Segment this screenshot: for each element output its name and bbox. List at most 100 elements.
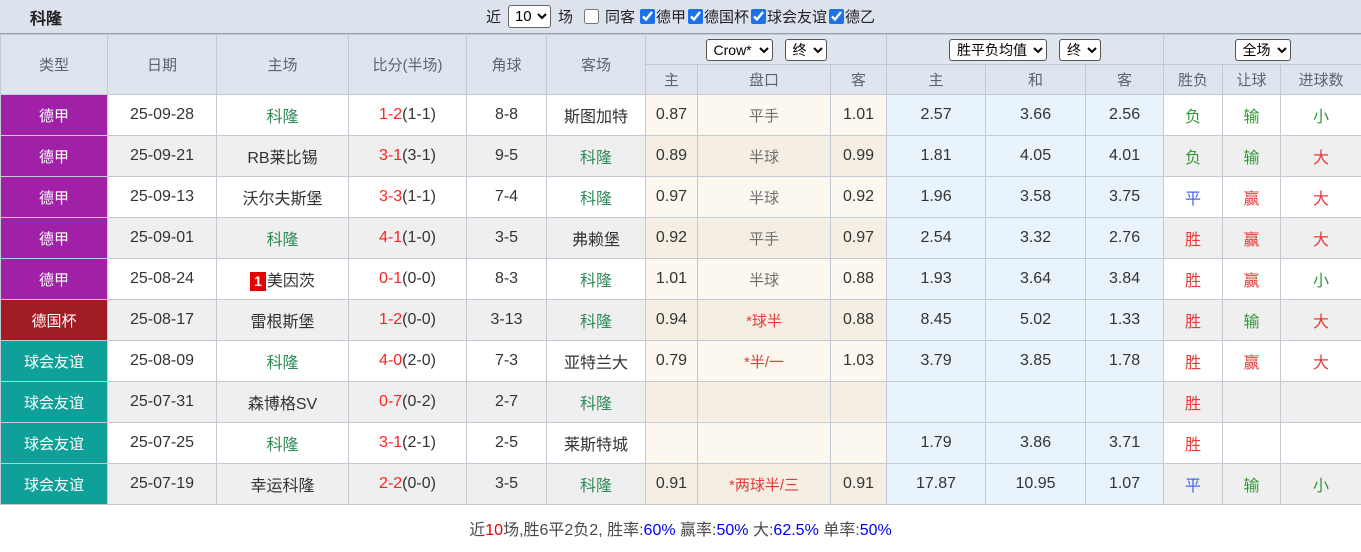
league-filters: 德甲 德国杯 球会友谊 德乙	[638, 6, 875, 27]
date-cell: 25-09-01	[108, 218, 217, 259]
goals-result-cell	[1281, 423, 1361, 464]
corners-cell: 3-13	[467, 300, 547, 341]
away-team-cell: 斯图加特	[547, 95, 646, 136]
full-time-score: 4-1	[379, 229, 402, 246]
avg-home-cell: 3.79	[887, 341, 986, 382]
odds-source-select[interactable]: Crow*	[706, 39, 773, 61]
avg-away-cell: 1.78	[1086, 341, 1164, 382]
result-cell: 胜	[1164, 300, 1223, 341]
match-row: 德甲 25-09-21 RB莱比锡 3-1(3-1) 9-5 科隆 0.89 半…	[1, 136, 1361, 177]
recent-count-select[interactable]: 10	[508, 5, 551, 28]
corners-cell: 3-5	[467, 218, 547, 259]
result-cell: 胜	[1164, 218, 1223, 259]
league-filter-checkbox-0[interactable]	[640, 9, 655, 24]
half-time-score: (2-1)	[402, 434, 436, 451]
league-filter-checkbox-3[interactable]	[829, 9, 844, 24]
filter-controls: 近 10 场 同客 德甲 德国杯 球会友谊 德乙	[486, 5, 875, 28]
avg-time-select[interactable]: 终	[1059, 39, 1101, 61]
spread-result-cell	[1223, 423, 1281, 464]
col-type: 类型	[1, 35, 108, 95]
match-row: 德甲 25-09-01 科隆 4-1(1-0) 3-5 弗赖堡 0.92 平手 …	[1, 218, 1361, 259]
avg-draw-cell: 3.64	[986, 259, 1086, 300]
spread-result-cell: 输	[1223, 300, 1281, 341]
league-filter: 球会友谊	[749, 6, 827, 27]
avg-away-cell: 3.84	[1086, 259, 1164, 300]
league-filter-checkbox-1[interactable]	[688, 9, 703, 24]
away-odds-cell: 0.97	[831, 218, 887, 259]
away-odds-cell: 1.03	[831, 341, 887, 382]
score-cell: 4-0(2-0)	[349, 341, 467, 382]
rank-badge: 1	[250, 272, 266, 291]
summary-segment: 单率:	[819, 522, 860, 539]
half-time-score: (0-0)	[402, 270, 436, 287]
result-cell: 平	[1164, 177, 1223, 218]
handicap-cell: 平手	[698, 95, 831, 136]
corners-cell: 9-5	[467, 136, 547, 177]
home-odds-cell	[646, 382, 698, 423]
same-venue-checkbox[interactable]	[584, 9, 599, 24]
summary-segment: 大:	[749, 522, 774, 539]
goals-result-cell: 大	[1281, 218, 1361, 259]
handicap-cell: 半球	[698, 177, 831, 218]
half-time-score: (1-1)	[402, 106, 436, 123]
league-filter-label: 德乙	[845, 6, 875, 27]
league-filter: 德乙	[827, 6, 875, 27]
team-title: 科隆	[30, 5, 62, 29]
away-team-cell: 莱斯特城	[547, 423, 646, 464]
summary-segment: 近	[469, 522, 485, 539]
avg-away-cell: 3.75	[1086, 177, 1164, 218]
col-goals: 进球数	[1281, 65, 1361, 95]
half-time-score: (3-1)	[402, 147, 436, 164]
match-row: 德国杯 25-08-17 雷根斯堡 1-2(0-0) 3-13 科隆 0.94 …	[1, 300, 1361, 341]
league-cell: 德甲	[1, 136, 108, 177]
avg-home-cell: 1.79	[887, 423, 986, 464]
league-cell: 德甲	[1, 218, 108, 259]
half-time-score: (1-0)	[402, 229, 436, 246]
col-avg-home: 主	[887, 65, 986, 95]
avg-away-cell: 1.33	[1086, 300, 1164, 341]
avg-draw-cell: 3.32	[986, 218, 1086, 259]
top-bar: 科隆 近 10 场 同客 德甲 德国杯 球会友谊 德乙	[0, 0, 1361, 34]
home-odds-cell: 0.91	[646, 464, 698, 505]
full-time-score: 4-0	[379, 352, 402, 369]
full-time-score: 3-1	[379, 434, 402, 451]
avg-draw-cell	[986, 382, 1086, 423]
spread-result-cell: 赢	[1223, 259, 1281, 300]
summary-segment: 60%	[644, 522, 676, 539]
col-score: 比分(半场)	[349, 35, 467, 95]
away-team-cell: 科隆	[547, 464, 646, 505]
full-time-score: 0-1	[379, 270, 402, 287]
handicap-cell: 半球	[698, 259, 831, 300]
score-cell: 0-7(0-2)	[349, 382, 467, 423]
avg-source-select[interactable]: 胜平负均值	[949, 39, 1047, 61]
league-cell: 德国杯	[1, 300, 108, 341]
handicap-cell: 半球	[698, 136, 831, 177]
goals-result-cell: 大	[1281, 341, 1361, 382]
col-avg-away: 客	[1086, 65, 1164, 95]
avg-home-cell: 1.81	[887, 136, 986, 177]
half-time-score: (2-0)	[402, 352, 436, 369]
away-odds-cell: 0.91	[831, 464, 887, 505]
league-filter-checkbox-2[interactable]	[751, 9, 766, 24]
spread-result-cell: 赢	[1223, 341, 1281, 382]
home-odds-cell: 0.94	[646, 300, 698, 341]
goals-result-cell: 小	[1281, 464, 1361, 505]
home-odds-cell: 0.87	[646, 95, 698, 136]
spread-result-cell: 输	[1223, 95, 1281, 136]
handicap-cell: *球半	[698, 300, 831, 341]
avg-away-cell	[1086, 382, 1164, 423]
goals-result-cell: 大	[1281, 136, 1361, 177]
scope-select[interactable]: 全场	[1235, 39, 1291, 61]
spread-result-cell: 输	[1223, 136, 1281, 177]
home-odds-cell: 0.79	[646, 341, 698, 382]
half-time-score: (0-0)	[402, 475, 436, 492]
col-home: 主场	[217, 35, 349, 95]
avg-home-cell: 1.96	[887, 177, 986, 218]
odds-time-select[interactable]: 终	[785, 39, 827, 61]
league-cell: 球会友谊	[1, 423, 108, 464]
half-time-score: (1-1)	[402, 188, 436, 205]
home-team-cell: 森博格SV	[217, 382, 349, 423]
corners-cell: 7-3	[467, 341, 547, 382]
avg-draw-cell: 3.86	[986, 423, 1086, 464]
half-time-score: (0-2)	[402, 393, 436, 410]
